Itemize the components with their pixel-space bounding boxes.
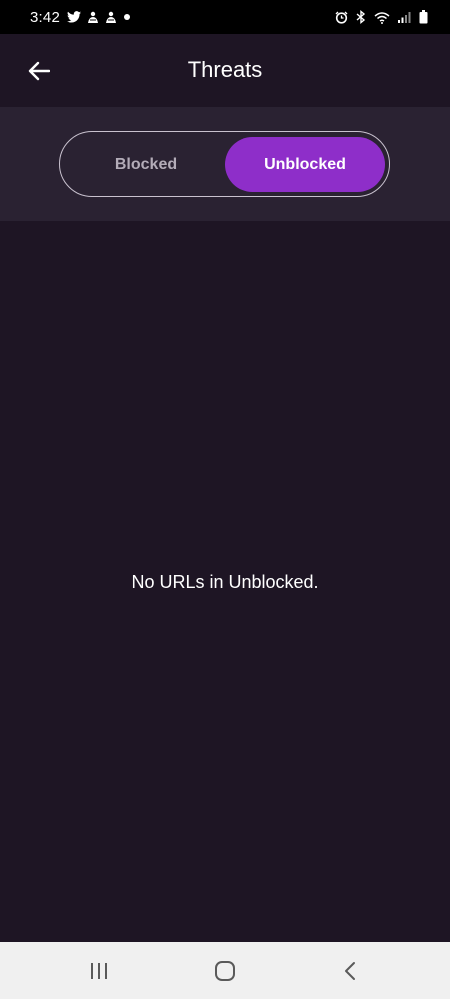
recent-apps-button[interactable] bbox=[84, 956, 114, 986]
threats-list-area: No URLs in Unblocked. bbox=[0, 221, 450, 942]
status-left-icons bbox=[67, 11, 131, 24]
signal-icon bbox=[398, 11, 411, 23]
page-title: Threats bbox=[187, 57, 263, 82]
back-icon bbox=[345, 962, 355, 980]
tab-blocked[interactable]: Blocked bbox=[66, 137, 226, 192]
tab-unblocked[interactable]: Unblocked bbox=[225, 137, 385, 192]
dot-icon bbox=[123, 13, 131, 21]
system-nav-bar bbox=[0, 942, 450, 999]
alarm-icon bbox=[335, 11, 348, 24]
status-bar: 3:42 bbox=[0, 0, 450, 34]
twitter-icon bbox=[67, 11, 81, 23]
system-back-button[interactable] bbox=[335, 956, 365, 986]
toggle-section: Blocked Unblocked bbox=[0, 107, 450, 221]
home-icon bbox=[215, 961, 235, 981]
wifi-icon bbox=[374, 11, 390, 24]
app-header: Threats bbox=[0, 34, 450, 107]
status-right-icons bbox=[335, 10, 428, 24]
notification-icon bbox=[87, 11, 99, 24]
home-button[interactable] bbox=[210, 956, 240, 986]
notification-icon bbox=[105, 11, 117, 24]
blocked-unblocked-toggle: Blocked Unblocked bbox=[59, 131, 390, 197]
status-time: 3:42 bbox=[30, 8, 60, 26]
threats-screen: 3:42 Threats Blocked Unblocked No URLs i… bbox=[0, 0, 450, 999]
battery-icon bbox=[419, 10, 428, 24]
bluetooth-icon bbox=[356, 10, 366, 24]
empty-state-message: No URLs in Unblocked. bbox=[131, 572, 319, 592]
recent-apps-icon bbox=[91, 963, 107, 979]
